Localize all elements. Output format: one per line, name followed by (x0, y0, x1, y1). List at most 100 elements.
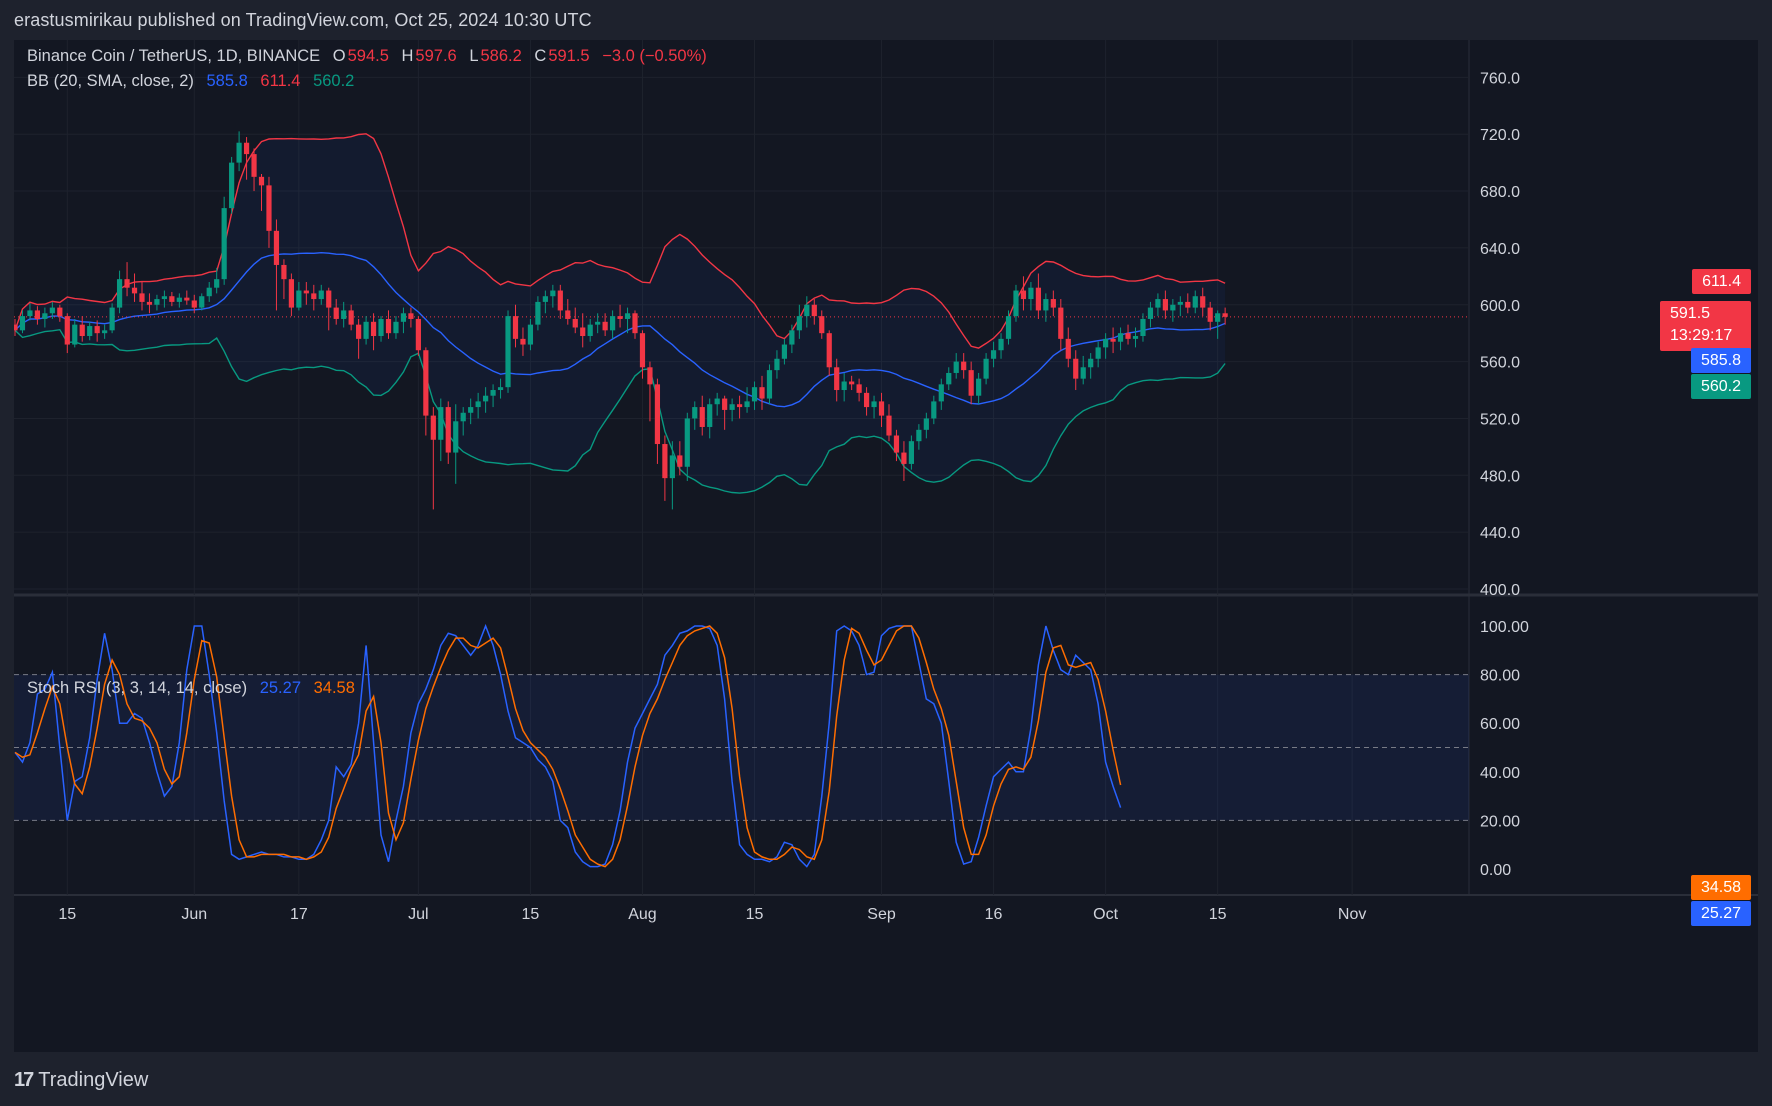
candle-body (146, 301, 153, 305)
price-tick-label: 400.0 (1480, 582, 1520, 599)
candle-body (1125, 333, 1131, 339)
candle-body (199, 296, 205, 308)
candle-body (497, 387, 504, 391)
candle-body (490, 390, 496, 396)
candle-body (819, 316, 825, 334)
candle-body (796, 316, 802, 331)
bb-label: BB (20, SMA, close, 2) (27, 72, 194, 90)
candle-body (565, 310, 571, 319)
candle-body (251, 154, 257, 177)
candle-body (266, 185, 272, 231)
candle-body (184, 297, 190, 301)
candle-body (370, 321, 377, 337)
candle-body (296, 290, 302, 308)
candle-body (281, 264, 287, 280)
candle-body (1140, 318, 1146, 337)
candle-body (1005, 316, 1012, 339)
price-tick-label: 440.0 (1480, 525, 1520, 542)
candle-body (214, 279, 220, 288)
candle-body (505, 316, 511, 388)
candle-body (834, 367, 840, 391)
low-label: L (469, 47, 479, 65)
candle-body (841, 381, 847, 391)
candle-body (976, 378, 982, 396)
candle-body (1222, 313, 1228, 317)
candle-body (393, 321, 399, 334)
price-tick-label: 680.0 (1480, 184, 1520, 201)
candle-body (243, 142, 250, 155)
basis-badge: 585.8 (1690, 348, 1751, 373)
candle-body (692, 407, 698, 419)
candle-body (423, 350, 429, 416)
open-label: O (332, 47, 346, 65)
close-label: C (534, 47, 547, 65)
time-tick-label: 15 (522, 906, 540, 923)
time-tick-label: Aug (628, 906, 656, 923)
stoch-tick-label: 40.00 (1480, 765, 1520, 782)
candle-body (961, 361, 967, 371)
candle-body (572, 318, 578, 328)
bb-legend: BB (20, SMA, close, 2) 585.8 611.4 560.2 (27, 72, 356, 91)
candle-body (766, 370, 773, 399)
published-line: erastusmirikau published on TradingView.… (14, 10, 592, 30)
candle-body (647, 367, 653, 385)
stoch-tick-label: 0.00 (1480, 862, 1511, 879)
candle-body (363, 321, 369, 339)
stoch-tick-label: 60.00 (1480, 716, 1520, 733)
candle-body (774, 358, 780, 371)
stoch-d-badge: 34.58 (1690, 875, 1751, 900)
candle-body (662, 444, 668, 479)
bb-lower-value: 560.2 (313, 72, 355, 90)
candle-body (400, 313, 407, 322)
candle-body (744, 401, 750, 408)
candle-body (931, 401, 937, 419)
close-value: 591.5 (548, 47, 590, 65)
candle-body (438, 407, 444, 440)
candle-body (849, 381, 855, 385)
candle-body (311, 293, 317, 300)
candle-body (617, 316, 623, 319)
candle-body (102, 330, 108, 334)
candle-body (348, 310, 354, 325)
stoch-k-value: 25.27 (259, 679, 301, 697)
candle-body (871, 401, 877, 408)
candle-body (1215, 313, 1221, 322)
candle-body (998, 338, 1004, 351)
candle-body (542, 296, 548, 302)
candle-body (512, 316, 519, 339)
candle-body (580, 327, 586, 337)
low-value: 586.2 (480, 47, 522, 65)
candle-body (527, 324, 534, 345)
candle-body (131, 287, 138, 294)
candle-body (639, 333, 646, 368)
price-tick-label: 600.0 (1480, 298, 1520, 315)
candle-body (557, 290, 563, 311)
candle-body (916, 429, 922, 442)
candle-body (789, 330, 795, 345)
candle-body (722, 398, 728, 410)
chart-svg[interactable]: 400.0 440.0 480.0 520.0 560.0 600.0 640.0 680.0… (14, 40, 1758, 1052)
candle-body (550, 290, 556, 297)
candle-body (475, 401, 481, 408)
candle-body (1207, 307, 1213, 322)
lower-band-badge: 560.2 (1690, 374, 1751, 399)
candle-body (1073, 358, 1079, 379)
tradingview-brand[interactable]: 17 TradingView (14, 1069, 148, 1092)
candle-body (602, 321, 608, 331)
stoch-k-badge: 25.27 (1690, 901, 1751, 926)
stoch-tick-label: 80.00 (1480, 668, 1520, 685)
candle-body (378, 318, 384, 337)
candle-body (901, 452, 907, 464)
candle-body (707, 404, 713, 427)
candle-body (759, 387, 765, 399)
candle-body (669, 455, 675, 479)
brand-name: TradingView (38, 1069, 149, 1091)
candle-body (356, 324, 362, 339)
candle-body (1035, 287, 1041, 311)
time-tick-label: 15 (1209, 906, 1227, 923)
stoch-tick-label: 20.00 (1480, 813, 1520, 830)
candle-body (1043, 299, 1049, 311)
time-tick-label: Jul (408, 906, 428, 923)
candle-body (79, 324, 85, 337)
candle-body (654, 384, 661, 445)
